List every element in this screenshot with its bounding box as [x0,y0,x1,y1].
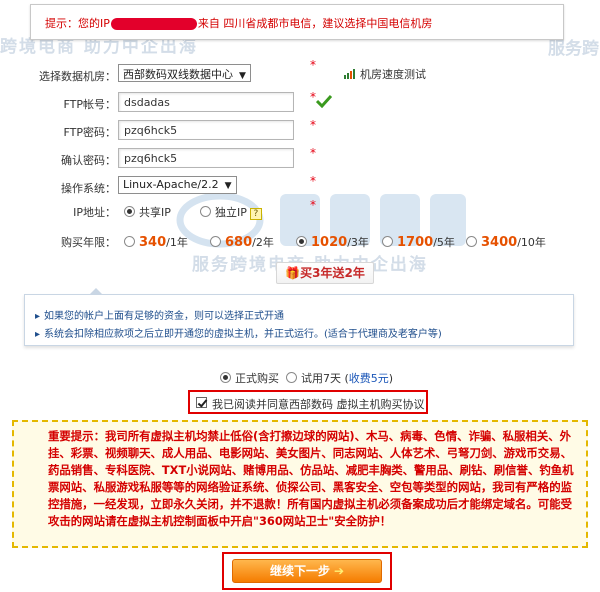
year-unit: /2年 [252,236,274,249]
info-box: ▸ 如果您的帐户上面有足够的资金，则可以选择正式开通 ▸ 系统会扣除相应款项之后立即… [24,288,574,346]
info-item-text: 如果您的帐户上面有足够的资金，则可以选择正式开通 [44,311,285,322]
promo-label: 买3年送2年 [300,266,365,280]
os-label: 操作系统： [61,182,116,195]
radio-unselected[interactable] [200,206,211,217]
next-step-button[interactable]: 继续下一步 ➔ [232,559,382,583]
bullet-icon: ▸ [35,329,41,340]
info-box-pointer [89,288,103,295]
bar-chart-icon [344,69,355,79]
radio-unselected[interactable] [466,236,477,247]
notice-text-after: 来自 四川省成都市电信，建议选择中国电信机房 [197,17,433,30]
os-row: 操作系统： Linux-Apache/2.2 ▼ * [0,174,600,200]
purchase-formal-option[interactable]: 正式购买 [220,370,279,386]
radio-selected[interactable] [220,372,231,383]
ip-option-dedicated[interactable]: 独立IP? [200,204,262,220]
chevron-down-icon: ▼ [224,181,232,191]
year-price: 3400 [481,235,518,250]
required-mark: * [310,118,316,132]
year-option-1[interactable]: 340/1年 [124,234,188,250]
purchase-type-row: 正式购买 试用7天 (收费5元) [0,370,600,386]
year-unit: /1年 [166,236,188,249]
trial-prefix: 试用7天 ( [301,372,349,385]
ftp-account-input[interactable] [118,92,294,112]
radio-unselected[interactable] [210,236,221,247]
year-price: 1020 [311,235,348,250]
years-label: 购买年限： [61,236,116,249]
warning-box: 重要提示：我司所有虚拟主机均禁止低俗(含打擦边球的网站)、木马、病毒、色情、诈骗… [12,420,588,548]
datacenter-select[interactable]: 西部数码双线数据中心 ▼ [118,64,251,82]
bullet-icon: ▸ [35,311,41,322]
ip-redaction-mark [110,18,197,30]
confirm-password-input[interactable] [118,148,294,168]
agreement-text[interactable]: 我已阅读并同意西部数码 虚拟主机购买协议 [212,396,425,412]
gift-icon: 🎁 [285,266,301,280]
datacenter-select-value: 西部数码双线数据中心 [123,68,233,81]
year-option-5[interactable]: 1700/5年 [382,234,455,250]
datacenter-row: 选择数据机房： 西部数码双线数据中心 ▼ * 机房速度测试 [0,58,600,88]
ip-notice: 提示：您的IP 来自 四川省成都市电信，建议选择中国电信机房 [30,4,564,40]
trial-suffix: ) [388,372,394,385]
notice-text-before: 您的IP [78,17,110,30]
confirm-password-row: 确认密码： * [0,146,600,172]
agreement-row: 我已阅读并同意西部数码 虚拟主机购买协议 [188,390,428,414]
chevron-down-icon: ▼ [239,71,246,81]
year-option-2[interactable]: 680/2年 [210,234,274,250]
os-select-value: Linux-Apache/2.2 [123,178,219,191]
next-button-highlight: 继续下一步 ➔ [222,552,392,590]
year-unit: /10年 [517,236,546,249]
info-item: ▸ 系统会扣除相应款项之后立即开通您的虚拟主机，并正式运行。(适合于代理商及老客户… [35,325,442,340]
required-mark: * [310,58,316,72]
year-unit: /3年 [347,236,369,249]
os-select[interactable]: Linux-Apache/2.2 ▼ [118,176,237,194]
year-option-10[interactable]: 3400/10年 [466,234,546,250]
notice-label: 提示： [45,17,78,30]
confirm-password-label: 确认密码： [61,154,116,167]
speed-test-label: 机房速度测试 [360,68,426,81]
radio-selected[interactable] [296,236,307,247]
radio-unselected[interactable] [286,372,297,383]
radio-selected[interactable] [124,206,135,217]
year-price: 1700 [397,235,434,250]
purchase-trial-option[interactable]: 试用7天 (收费5元) [286,370,393,386]
ftp-password-input[interactable] [118,120,294,140]
ftp-account-row: FTP帐号： * [0,90,600,116]
year-price: 680 [225,235,253,250]
radio-unselected[interactable] [124,236,135,247]
agreement-checkbox[interactable] [196,397,207,408]
purchase-formal-label: 正式购买 [235,372,279,385]
arrow-right-icon: ➔ [333,564,345,578]
check-icon [316,94,332,108]
help-icon[interactable]: ? [249,208,262,220]
speed-test-link[interactable]: 机房速度测试 [344,66,426,82]
ip-option-shared[interactable]: 共享IP [124,204,171,220]
ftp-password-row: FTP密码： * [0,118,600,144]
info-item-text: 系统会扣除相应款项之后立即开通您的虚拟主机，并正式运行。(适合于代理商及老客户等… [44,329,442,340]
next-step-label: 继续下一步 [269,564,330,578]
ftp-password-label: FTP密码： [63,126,117,139]
ip-notice-text: 提示：您的IP 来自 四川省成都市电信，建议选择中国电信机房 [45,15,432,31]
trial-fee-link[interactable]: 收费5元 [349,372,389,385]
required-mark: * [310,198,316,212]
year-unit: /5年 [433,236,455,249]
years-row: 购买年限： 340/1年 680/2年 1020/3年 1700/5年 3400… [0,230,600,254]
warning-text: 重要提示：我司所有虚拟主机均禁止低俗(含打擦边球的网站)、木马、病毒、色情、诈骗… [48,429,574,528]
ip-option-shared-label: 共享IP [139,206,171,219]
year-option-3[interactable]: 1020/3年 [296,234,369,250]
ip-option-dedicated-label: 独立IP [215,206,247,219]
ip-label: IP地址： [73,206,116,219]
required-mark: * [310,174,316,188]
ftp-account-label: FTP帐号： [63,98,117,111]
radio-unselected[interactable] [382,236,393,247]
ip-row: IP地址： 共享IP 独立IP? * [0,198,600,224]
info-item: ▸ 如果您的帐户上面有足够的资金，则可以选择正式开通 [35,307,284,322]
required-mark: * [310,146,316,160]
year-price: 340 [139,235,167,250]
datacenter-label: 选择数据机房： [39,70,116,83]
promo-badge[interactable]: 🎁买3年送2年 [276,262,374,284]
